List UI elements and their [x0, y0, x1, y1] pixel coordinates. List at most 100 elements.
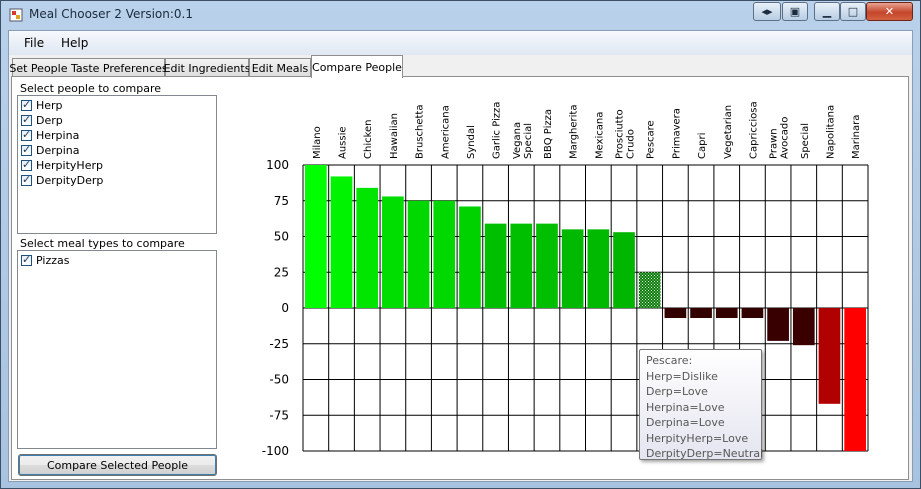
checkbox[interactable]: ✓ [21, 172, 32, 186]
bar-marinara [844, 308, 866, 451]
x-tick-label: Syndal [466, 125, 477, 159]
bar-prawn-avocado [767, 308, 789, 341]
title-bar[interactable]: Meal Chooser 2 Version:0.1 ◂▸ ▣ ▁ □ ✕ [1, 1, 920, 29]
bar-pescare [638, 272, 661, 308]
person-item-herpina[interactable]: ✓ Herpina [21, 128, 79, 142]
meal-types-label: Select meal types to compare [20, 237, 185, 250]
bar-capricciosa [741, 308, 764, 319]
tab-edit-ingredients[interactable]: Edit Ingredients [164, 58, 250, 77]
minimize-button[interactable]: ▁ [814, 2, 840, 21]
checkbox[interactable]: ✓ [21, 128, 32, 141]
bar-aussie [330, 176, 353, 308]
bar-mexicana [587, 229, 610, 308]
person-item-derpityderp[interactable]: ✓ DerpityDerp [21, 173, 103, 187]
pescare-tooltip: Pescare: Herp=Dislike Derp=Love Herpina=… [639, 349, 763, 460]
x-tick-label: Prawn [769, 128, 780, 159]
meal-type-item-pizzas[interactable]: ✓ Pizzas [21, 253, 69, 267]
x-tick-label: Crudo [626, 129, 637, 159]
tooltip-line: HerpityHerp=Love [646, 431, 749, 445]
bar-hawaiian [382, 196, 404, 308]
x-tick-label: Aussie [338, 126, 349, 159]
bar-americana [433, 200, 456, 308]
checkmark-icon: ✓ [22, 97, 32, 111]
view-toggle-button[interactable]: ◂▸ [753, 2, 781, 21]
x-tick-label: Vegana [512, 122, 523, 159]
y-tick-label: 0 [281, 301, 289, 315]
restore-view-button[interactable]: ▣ [782, 2, 808, 21]
minimize-icon: ▁ [822, 5, 832, 18]
tab-set-people-taste-preferences[interactable]: Set People Taste Preferences [9, 58, 168, 77]
window-icon: ▣ [789, 5, 801, 18]
close-icon: ✕ [884, 5, 895, 18]
maximize-icon: □ [847, 5, 859, 18]
y-tick-label: 25 [274, 265, 289, 279]
checkmark-icon: ✓ [22, 112, 32, 126]
close-button[interactable]: ✕ [866, 2, 913, 21]
meal-types-checklist[interactable]: ✓ Pizzas [17, 250, 217, 449]
arrows-icon: ◂▸ [761, 5, 773, 18]
bar-chicken [356, 187, 379, 308]
checkbox[interactable]: ✓ [21, 252, 32, 266]
y-tick-label: -50 [269, 373, 289, 387]
person-item-derp[interactable]: ✓ Derp [21, 113, 63, 127]
x-tick-label: Special [523, 123, 534, 159]
person-item-derpina[interactable]: ✓ Derpina [21, 143, 80, 157]
compare-people-page: Select people to compare ✓ Herp ✓ Derp ✓… [11, 76, 909, 480]
person-name: Herp [36, 98, 63, 112]
person-name: Herpina [36, 128, 80, 142]
x-tick-label: Bruschetta [415, 105, 426, 159]
bar-napolitana [818, 308, 841, 404]
y-tick-label: -25 [269, 337, 289, 351]
bar-bbq-pizza [536, 223, 558, 308]
checkbox[interactable]: ✓ [21, 142, 32, 156]
x-tick-label: Prosciutto [615, 109, 626, 159]
tab-strip: Set People Taste Preferences Edit Ingred… [9, 55, 910, 78]
meal-type-name: Pizzas [36, 253, 70, 267]
bar-bruschetta [407, 200, 430, 308]
y-tick-label: 50 [274, 230, 289, 244]
x-tick-label: Pescare [646, 120, 657, 159]
checkmark-icon: ✓ [22, 142, 32, 156]
x-tick-label: Margherita [569, 105, 580, 159]
checkbox[interactable]: ✓ [21, 112, 32, 126]
comparison-chart: 100 75 50 25 0 -25 -50 -75 -100 Milano Aussie Chick… [262, 101, 869, 458]
x-tick-label: BBQ Pizza [543, 109, 554, 159]
bar-primavera [664, 308, 687, 319]
bar-vegetarian [715, 308, 738, 319]
x-tick-label: Chicken [363, 119, 374, 159]
checkmark-icon: ✓ [22, 157, 32, 171]
checkbox[interactable]: ✓ [21, 157, 32, 171]
tab-compare-people[interactable]: Compare People [311, 55, 403, 78]
bar-vegana-special [510, 223, 533, 308]
people-checklist[interactable]: ✓ Herp ✓ Derp ✓ Herpina ✓ Derpina ✓ Herp… [17, 95, 217, 234]
bar-garlic-pizza [484, 223, 507, 308]
x-tick-label: Americana [440, 105, 451, 159]
maximize-button[interactable]: □ [840, 2, 866, 21]
people-list-label: Select people to compare [20, 82, 162, 95]
checkmark-icon: ✓ [22, 172, 32, 186]
person-name: DerpityDerp [36, 173, 104, 187]
checkbox[interactable]: ✓ [21, 97, 32, 111]
person-name: HerpityHerp [36, 158, 103, 172]
tooltip-line: Derpina=Love [646, 416, 725, 429]
x-tick-label: Milano [312, 126, 323, 159]
menu-help[interactable]: Help [61, 36, 88, 50]
y-tick-label: -100 [262, 444, 289, 458]
person-item-herpityherp[interactable]: ✓ HerpityHerp [21, 158, 103, 172]
bar-syndal [459, 206, 481, 308]
person-item-herp[interactable]: ✓ Herp [21, 98, 63, 112]
menu-file[interactable]: File [24, 36, 44, 50]
window-title: Meal Chooser 2 Version:0.1 [29, 7, 193, 21]
x-tick-label: Avocado [780, 117, 791, 159]
app-icon [9, 8, 23, 22]
person-name: Derp [36, 113, 63, 127]
checkmark-icon: ✓ [22, 252, 32, 266]
y-tick-label: -75 [269, 408, 289, 422]
x-tick-label: Capri [697, 133, 708, 159]
y-tick-label: 100 [266, 158, 289, 172]
person-name: Derpina [36, 143, 80, 157]
compare-selected-people-button[interactable]: Compare Selected People [18, 454, 217, 476]
bar-milano [305, 165, 327, 308]
bar-capri [690, 308, 712, 319]
tab-edit-meals[interactable]: Edit Meals [249, 58, 311, 77]
